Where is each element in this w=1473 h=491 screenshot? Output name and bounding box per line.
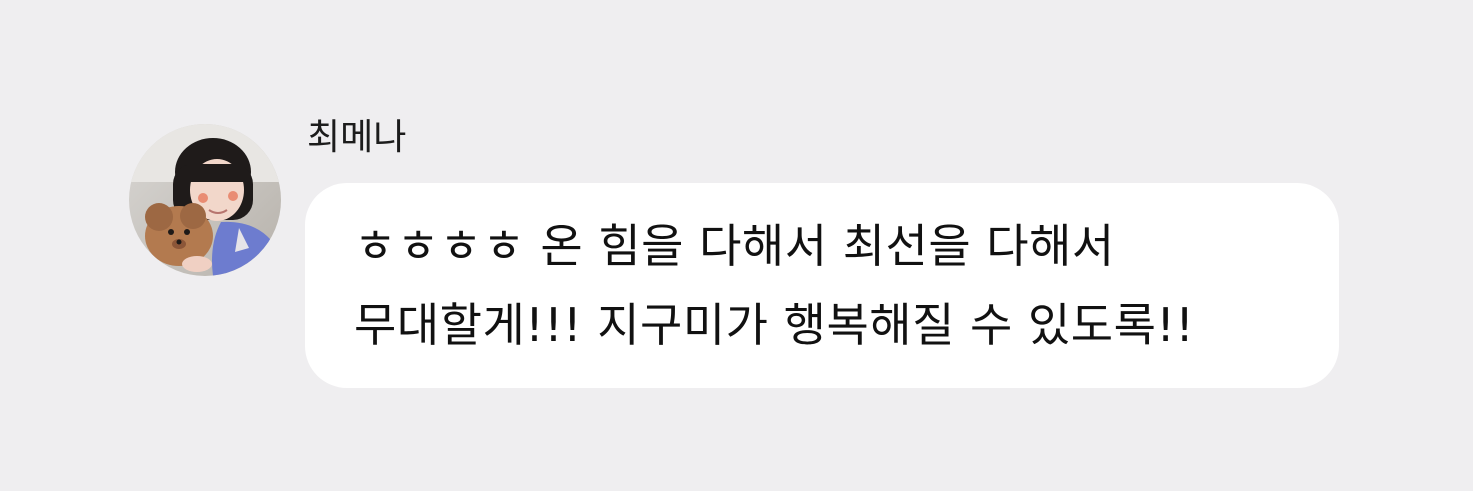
- message-line: ㅎㅎㅎㅎ 온 힘을 다해서 최선을 다해서: [354, 219, 1115, 273]
- sender-avatar[interactable]: [129, 124, 281, 276]
- message-line: 무대할게!!! 지구미가 행복해질 수 있도록!!: [354, 298, 1195, 352]
- sender-name: 최메나: [307, 117, 407, 158]
- profile-photo-icon: [129, 124, 281, 276]
- message-bubble[interactable]: ㅎㅎㅎㅎ 온 힘을 다해서 최선을 다해서 무대할게!!! 지구미가 행복해질 …: [305, 183, 1339, 388]
